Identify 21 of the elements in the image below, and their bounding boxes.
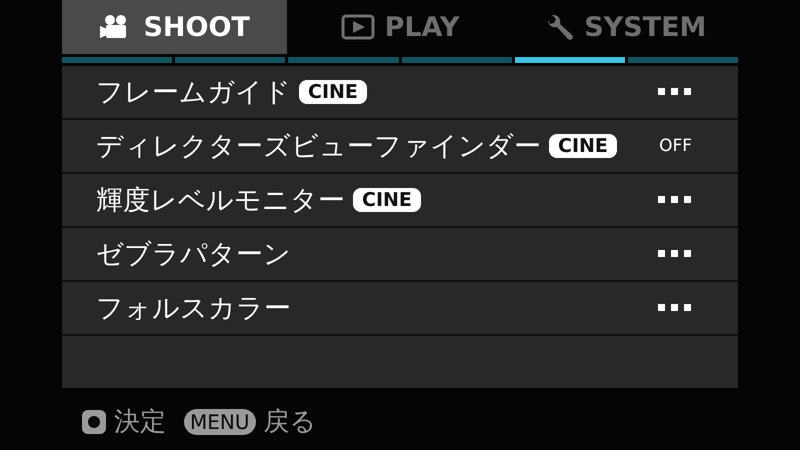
more-icon bbox=[658, 304, 692, 312]
menu-item[interactable]: フレームガイド bbox=[96, 74, 291, 110]
cine-badge: CINE bbox=[353, 188, 421, 212]
menu-item[interactable]: ディレクターズビューファインダー bbox=[96, 128, 541, 164]
menu-item[interactable]: 輝度レベルモニター bbox=[96, 182, 345, 218]
more-icon bbox=[658, 250, 692, 258]
play-icon bbox=[340, 14, 375, 40]
more-icon bbox=[658, 196, 692, 204]
menu-tab[interactable]: PLAY bbox=[287, 0, 513, 54]
menu-tab[interactable]: SHOOT bbox=[62, 0, 288, 54]
menu-key: MENU bbox=[184, 408, 256, 434]
ok-button-icon bbox=[82, 410, 106, 434]
back-label: 戻る bbox=[264, 406, 316, 439]
menu-tab[interactable]: SYSTEM bbox=[512, 0, 738, 54]
confirm-label: 決定 bbox=[114, 406, 166, 439]
more-icon bbox=[658, 88, 692, 96]
cine-badge: CINE bbox=[549, 134, 617, 158]
cine-badge: CINE bbox=[299, 80, 367, 104]
setting-value: OFF bbox=[659, 136, 692, 156]
menu-item[interactable]: ゼブラパターン bbox=[96, 236, 291, 272]
menu-item[interactable]: フォルスカラー bbox=[96, 290, 291, 326]
